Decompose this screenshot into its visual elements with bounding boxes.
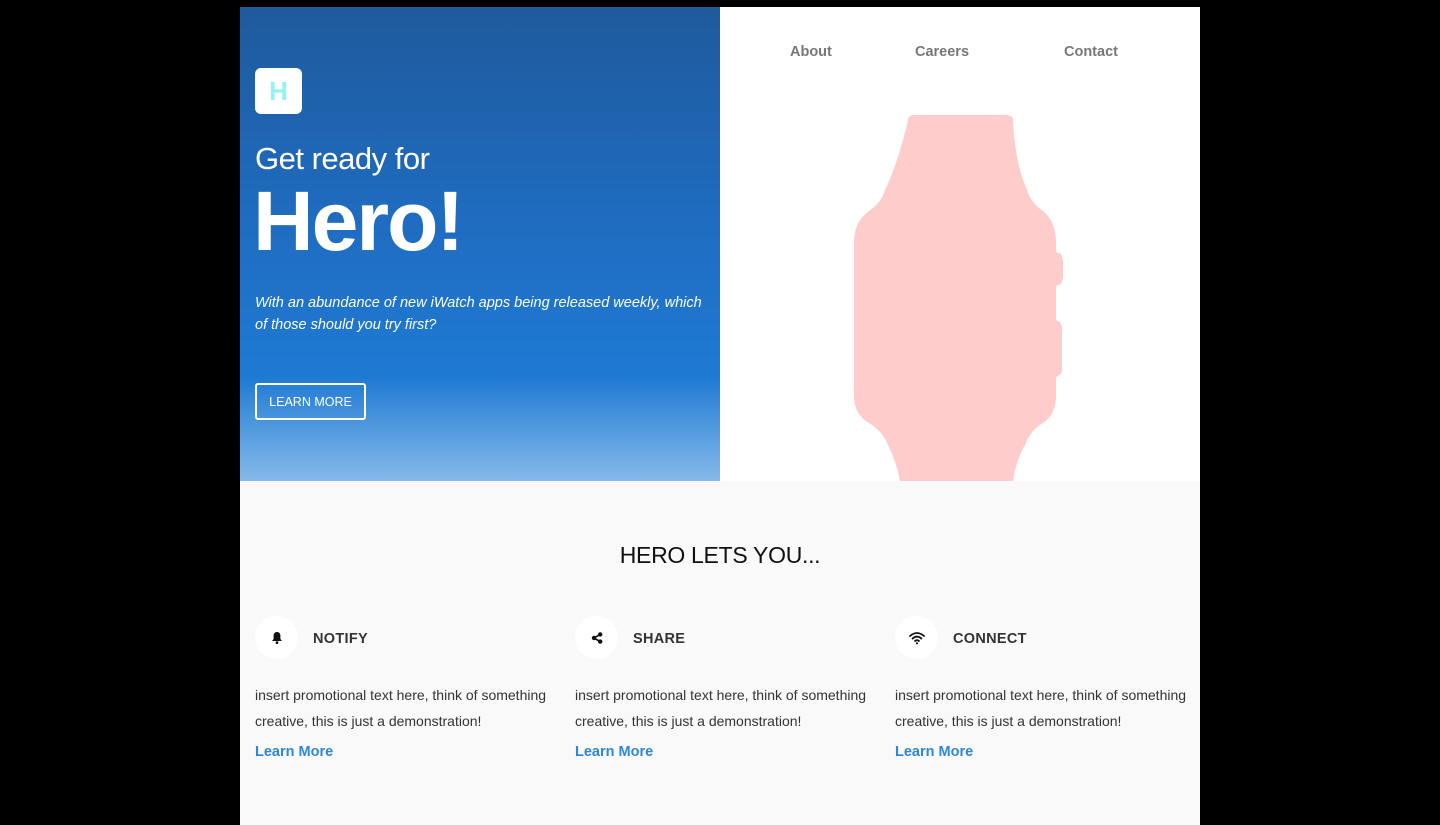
feature-text: insert promotional text here, think of s… xyxy=(895,687,1187,729)
feature-name: SHARE xyxy=(633,631,686,647)
feature-name: NOTIFY xyxy=(313,631,368,647)
wifi-icon xyxy=(895,616,938,659)
hero-image-panel: About Careers Contact xyxy=(720,7,1200,481)
feature-text: insert promotional text here, think of s… xyxy=(575,687,867,729)
hero-panel: H Get ready for Hero! With an abundance … xyxy=(240,7,720,481)
hero-eyebrow: Get ready for xyxy=(255,141,430,176)
share-icon-glyph xyxy=(591,631,602,644)
feature-learn-more-link[interactable]: Learn More xyxy=(575,744,653,760)
wifi-icon-glyph xyxy=(908,631,925,644)
hero-description: With an abundance of new iWatch apps bei… xyxy=(255,295,702,333)
feature-text: insert promotional text here, think of s… xyxy=(255,687,547,729)
logo[interactable]: H xyxy=(255,68,302,114)
bell-icon xyxy=(255,616,298,659)
logo-letter: H xyxy=(269,75,288,106)
page: H Get ready for Hero! With an abundance … xyxy=(240,7,1200,825)
nav-careers-link[interactable]: Careers xyxy=(915,44,969,60)
share-icon xyxy=(575,616,618,659)
hero-title: Hero! xyxy=(253,174,464,268)
bell-icon-glyph xyxy=(271,631,282,644)
feature-learn-more-link[interactable]: Learn More xyxy=(255,744,333,760)
hero-section: H Get ready for Hero! With an abundance … xyxy=(240,7,1200,481)
nav-about-link[interactable]: About xyxy=(790,44,832,60)
feature-learn-more-link[interactable]: Learn More xyxy=(895,744,973,760)
features-title: HERO LETS YOU... xyxy=(619,542,821,568)
features-section: HERO LETS YOU... NOTIFY insert promotion… xyxy=(240,481,1200,825)
watch-body xyxy=(854,115,1063,481)
learn-more-button[interactable]: LEARN MORE xyxy=(255,383,366,420)
watch-illustration xyxy=(854,115,1063,481)
feature-name: CONNECT xyxy=(953,631,1027,647)
nav-contact-link[interactable]: Contact xyxy=(1064,44,1118,60)
